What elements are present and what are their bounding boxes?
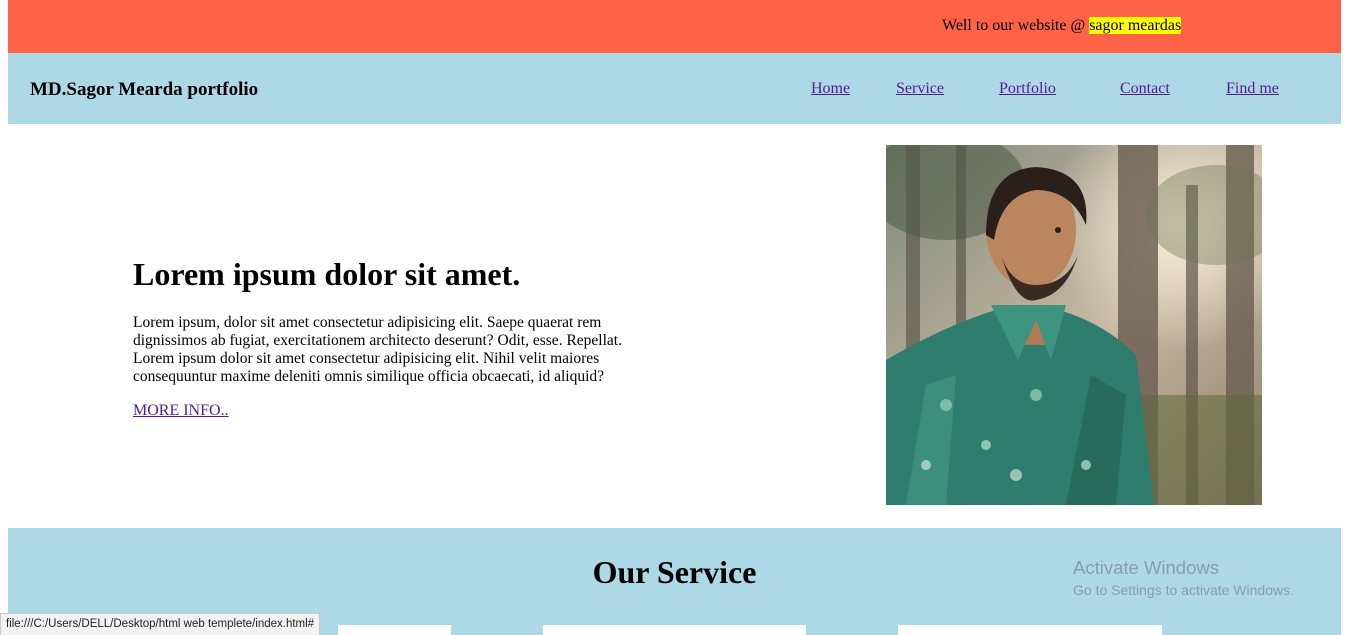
site-brand: MD.Sagor Mearda portfolio <box>30 79 259 100</box>
nav-link-service[interactable]: Service <box>896 80 944 98</box>
navbar: MD.Sagor Mearda portfolio Home Service P… <box>8 53 1341 124</box>
watermark-subtitle: Go to Settings to activate Windows. <box>1073 582 1294 598</box>
nav-link-portfolio[interactable]: Portfolio <box>999 80 1056 98</box>
more-info-link[interactable]: MORE INFO.. <box>133 402 229 420</box>
hero-title: Lorem ipsum dolor sit amet. <box>133 256 521 292</box>
nav-link-find-me[interactable]: Find me <box>1226 80 1279 98</box>
service-card <box>898 625 1162 635</box>
hero-paragraph: Lorem ipsum, dolor sit amet consectetur … <box>133 314 622 385</box>
portrait-photo <box>886 145 1262 505</box>
browser-status-bar: file:///C:/Users/DELL/Desktop/html web t… <box>0 613 321 635</box>
watermark-title: Activate Windows <box>1073 557 1219 578</box>
highlighted-name: sagor meardas <box>1089 17 1182 34</box>
portrait-illustration <box>886 145 1262 505</box>
welcome-text: Well to our website @ <box>942 17 1090 34</box>
top-banner: Well to our website @ sagor meardas <box>8 0 1341 53</box>
status-url: file:///C:/Users/DELL/Desktop/html web t… <box>6 618 315 630</box>
activate-windows-watermark: Activate Windows Go to Settings to activ… <box>1073 557 1294 598</box>
nav-link-contact[interactable]: Contact <box>1120 80 1170 98</box>
service-card <box>338 625 451 635</box>
welcome-message: Well to our website @ sagor meardas <box>942 17 1182 35</box>
service-card <box>543 625 806 635</box>
nav-link-home[interactable]: Home <box>811 80 850 98</box>
